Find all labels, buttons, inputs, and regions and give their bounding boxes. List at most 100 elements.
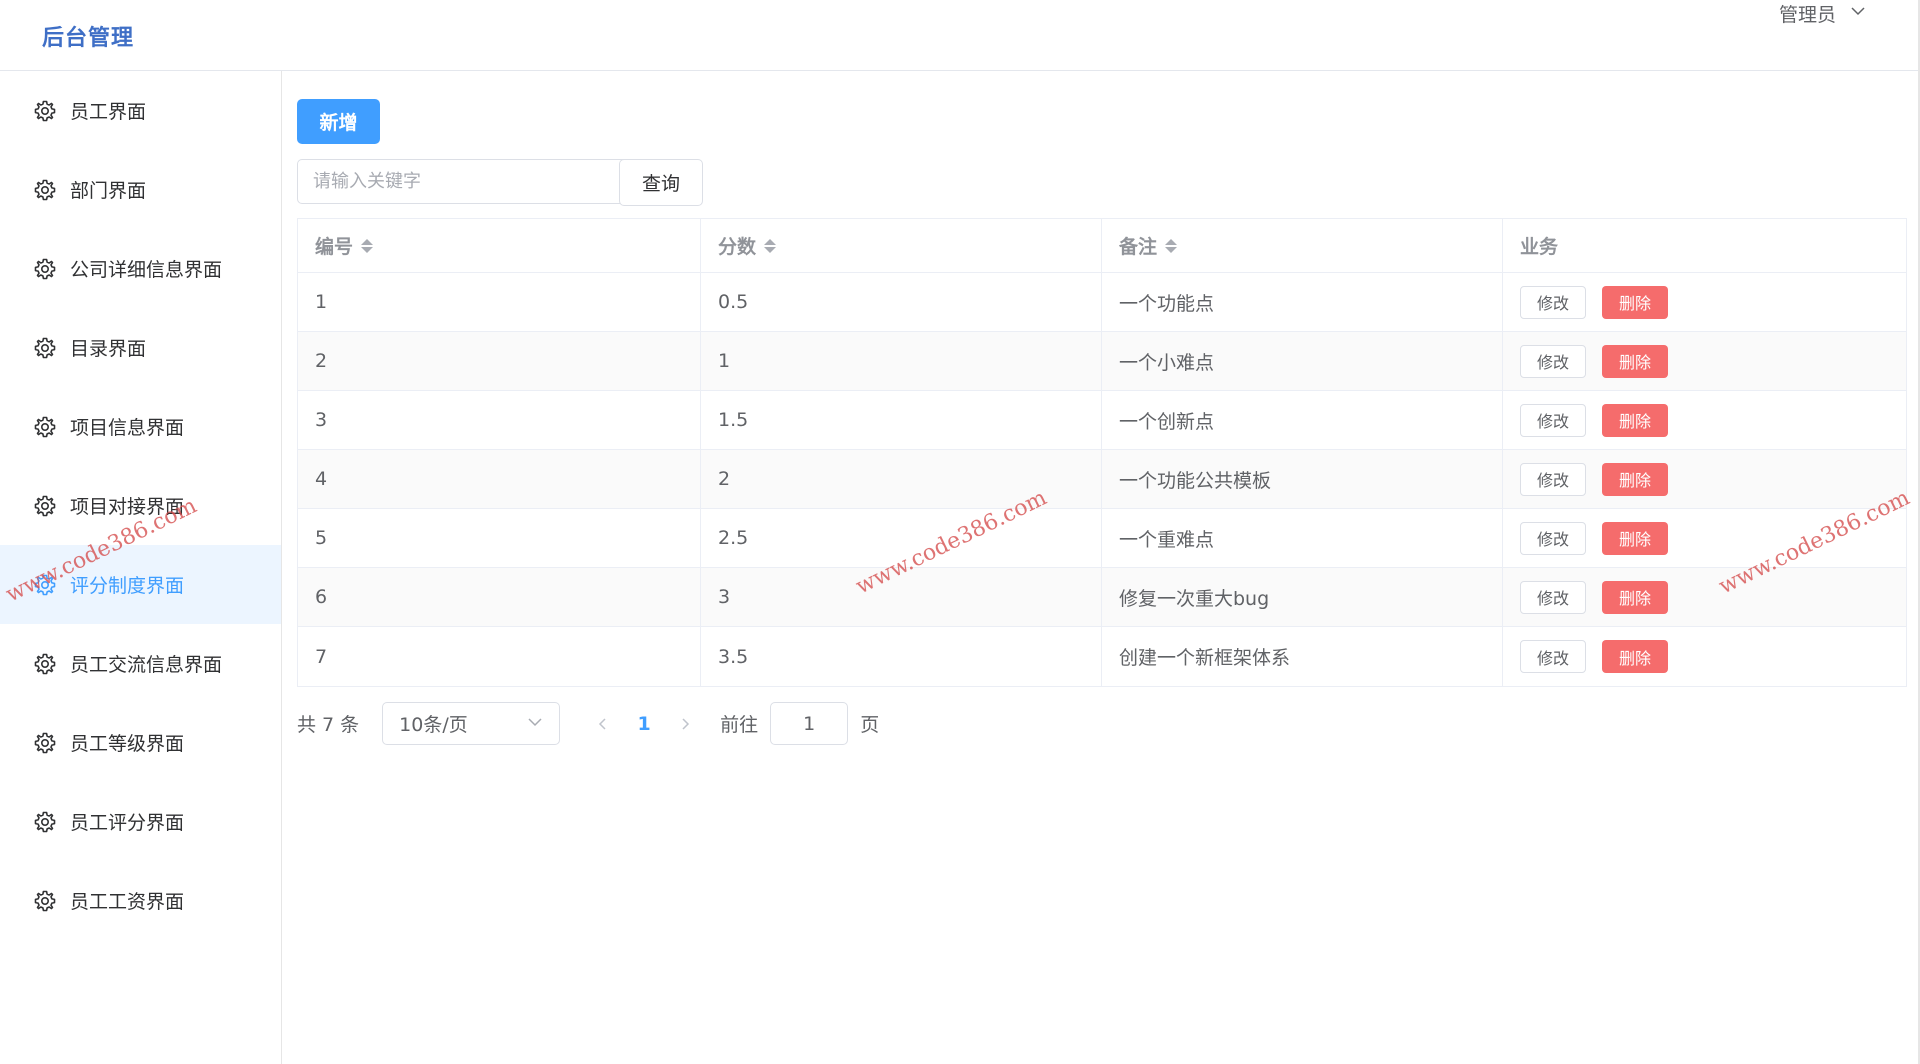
sidebar-item[interactable]: 部门界面 — [0, 150, 281, 229]
column-header-score[interactable]: 分数 — [701, 219, 1102, 272]
column-header-label: 分数 — [718, 236, 757, 258]
sidebar-item[interactable]: 项目信息界面 — [0, 387, 281, 466]
column-header-id[interactable]: 编号 — [298, 219, 701, 272]
page-number-current[interactable]: 1 — [624, 713, 664, 735]
sidebar: 员工界面部门界面公司详细信息界面 目录界面 项目信息界面项目对接界面评分制度界面员工… — [0, 71, 282, 1064]
table-row: 5 2.5 一个重难点 修改 删除 — [298, 509, 1906, 568]
delete-button[interactable]: 删除 — [1602, 462, 1668, 496]
gear-icon — [32, 493, 58, 519]
cell-score: 1.5 — [701, 391, 1102, 449]
sidebar-item-label: 员工工资界面 — [70, 891, 185, 913]
sidebar-item[interactable]: 员工等级界面 — [0, 703, 281, 782]
column-header-label: 编号 — [315, 236, 354, 258]
sort-icon[interactable] — [1165, 238, 1178, 253]
edit-button[interactable]: 修改 — [1520, 462, 1586, 496]
page-size-value: 10条/页 — [399, 714, 468, 736]
sort-icon[interactable] — [764, 238, 777, 253]
edit-button[interactable]: 修改 — [1520, 403, 1586, 437]
gear-icon — [32, 414, 58, 440]
sort-icon[interactable] — [361, 238, 374, 253]
cell-id: 4 — [298, 450, 701, 508]
sidebar-item[interactable]: 评分制度界面 — [0, 545, 281, 624]
sidebar-item-label: 员工等级界面 — [70, 733, 185, 755]
table-row: 4 2 一个功能公共模板 修改 删除 — [298, 450, 1906, 509]
pagination: 共 7 条 10条/页 1 前往 页 — [297, 701, 879, 746]
sidebar-item[interactable]: 员工工资界面 — [0, 861, 281, 940]
cell-score: 3 — [701, 568, 1102, 626]
cell-score: 0.5 — [701, 273, 1102, 331]
edit-button[interactable]: 修改 — [1520, 285, 1586, 319]
edit-button[interactable]: 修改 — [1520, 521, 1586, 555]
query-button[interactable]: 查询 — [619, 159, 703, 206]
cell-id: 6 — [298, 568, 701, 626]
chevron-down-icon — [1850, 2, 1866, 24]
goto-prefix: 前往 — [720, 714, 759, 736]
cell-actions: 修改 删除 — [1503, 391, 1906, 449]
sidebar-item[interactable]: 项目对接界面 — [0, 466, 281, 545]
cell-note: 一个创新点 — [1102, 391, 1503, 449]
cell-id: 2 — [298, 332, 701, 390]
cell-actions: 修改 删除 — [1503, 332, 1906, 390]
delete-button[interactable]: 删除 — [1602, 580, 1668, 614]
sidebar-item[interactable]: 目录界面 — [0, 308, 281, 387]
cell-actions: 修改 删除 — [1503, 568, 1906, 626]
search-input[interactable] — [297, 159, 647, 204]
cell-actions: 修改 删除 — [1503, 627, 1906, 686]
brand-title: 后台管理 — [42, 26, 135, 51]
add-button[interactable]: 新增 — [297, 99, 380, 144]
chevron-right-icon — [682, 717, 690, 730]
column-header-note[interactable]: 备注 — [1102, 219, 1503, 272]
data-table: 编号 分数 备注 业务 1 0.5 一个功能点 修改 删除 2 1 一个小难点 修改 删除 3 1.5… — [297, 218, 1907, 687]
cell-note: 创建一个新框架体系 — [1102, 627, 1503, 686]
page-size-select[interactable]: 10条/页 — [382, 702, 561, 745]
table-body: 1 0.5 一个功能点 修改 删除 2 1 一个小难点 修改 删除 3 1.5 一个创新点 修改 删除 4 2 一… — [298, 273, 1906, 686]
goto-suffix: 页 — [860, 714, 880, 736]
gear-icon — [32, 98, 58, 124]
sidebar-item[interactable]: 员工交流信息界面 — [0, 624, 281, 703]
app-root: 后台管理 管理员 员工界面部门界面公司详细信息界面 目录界面 项目信息界面项目对接界… — [0, 0, 1920, 1064]
sidebar-item[interactable]: 员工界面 — [0, 71, 281, 150]
edit-button[interactable]: 修改 — [1520, 640, 1586, 673]
sidebar-item-label: 员工界面 — [70, 101, 147, 123]
cell-id: 5 — [298, 509, 701, 567]
cell-note: 一个重难点 — [1102, 509, 1503, 567]
gear-icon — [32, 177, 58, 203]
delete-button[interactable]: 删除 — [1602, 403, 1668, 437]
sidebar-item-label: 项目对接界面 — [70, 496, 185, 518]
cell-score: 3.5 — [701, 627, 1102, 686]
main-content: 新增 查询 编号 分数 备注 业务 10 — [282, 71, 1918, 1064]
table-row: 2 1 一个小难点 修改 删除 — [298, 332, 1906, 391]
gear-icon — [32, 730, 58, 756]
column-header-label: 备注 — [1119, 236, 1158, 258]
next-page-button[interactable] — [670, 709, 700, 739]
cell-score: 2.5 — [701, 509, 1102, 567]
sidebar-item-label: 员工交流信息界面 — [70, 654, 223, 676]
cell-id: 1 — [298, 273, 701, 331]
cell-note: 一个功能公共模板 — [1102, 450, 1503, 508]
user-menu[interactable]: 管理员 — [1779, 0, 1866, 26]
gear-icon — [32, 888, 58, 914]
edit-button[interactable]: 修改 — [1520, 344, 1586, 378]
sidebar-item-label: 员工评分界面 — [70, 812, 185, 834]
column-header-actions: 业务 — [1503, 219, 1906, 272]
sidebar-item[interactable]: 员工评分界面 — [0, 782, 281, 861]
goto-page-input[interactable] — [770, 702, 849, 745]
table-row: 6 3 修复一次重大bug 修改 删除 — [298, 568, 1906, 627]
cell-note: 一个功能点 — [1102, 273, 1503, 331]
table-row: 3 1.5 一个创新点 修改 删除 — [298, 391, 1906, 450]
cell-actions: 修改 删除 — [1503, 273, 1906, 331]
delete-button[interactable]: 删除 — [1602, 344, 1668, 378]
sidebar-item-label: 部门界面 — [70, 180, 147, 202]
sidebar-item[interactable]: 公司详细信息界面 — [0, 229, 281, 308]
cell-actions: 修改 删除 — [1503, 450, 1906, 508]
delete-button[interactable]: 删除 — [1602, 521, 1668, 555]
edit-button[interactable]: 修改 — [1520, 580, 1586, 614]
prev-page-button[interactable] — [588, 709, 618, 739]
cell-id: 7 — [298, 627, 701, 686]
gear-icon — [32, 335, 58, 361]
gear-icon — [32, 809, 58, 835]
delete-button[interactable]: 删除 — [1602, 640, 1668, 673]
top-header: 后台管理 管理员 — [0, 0, 1918, 71]
table-row: 1 0.5 一个功能点 修改 删除 — [298, 273, 1906, 332]
delete-button[interactable]: 删除 — [1602, 285, 1668, 319]
